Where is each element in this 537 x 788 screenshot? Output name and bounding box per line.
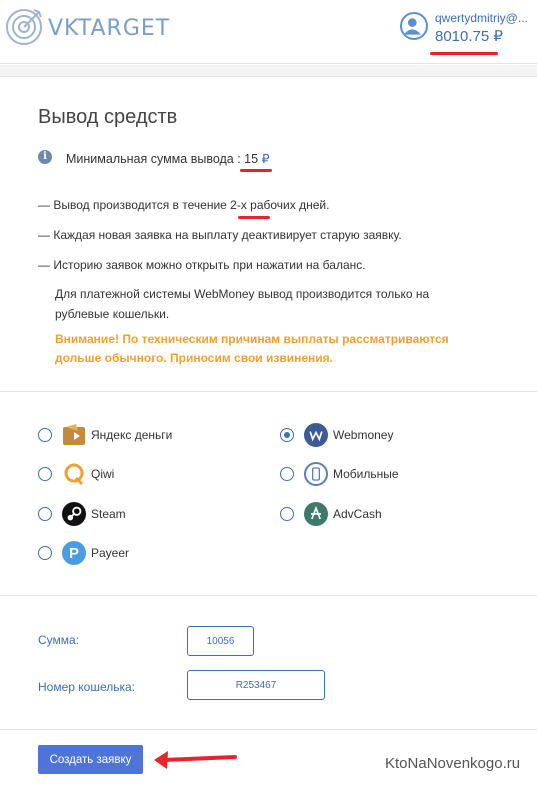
amount-input[interactable] (187, 626, 254, 656)
radio-button-selected[interactable] (280, 428, 294, 442)
payment-label: Steam (91, 507, 126, 521)
mobile-phone-icon (304, 462, 328, 486)
payment-label: Payeer (91, 546, 130, 560)
payment-label: Яндекс деньги (91, 428, 173, 442)
info-icon: i (38, 150, 52, 164)
balance-value: 8010.75 (435, 28, 490, 45)
payment-label: AdvCash (333, 507, 382, 521)
rule-item: — Вывод производится в течение 2-х рабоч… (38, 198, 330, 212)
wallet-input[interactable] (187, 670, 325, 700)
radio-button[interactable] (38, 428, 52, 442)
yandex-money-icon (62, 423, 86, 447)
watermark-text: KtoNaNovenkogo.ru (385, 755, 521, 772)
advcash-icon (304, 502, 328, 526)
payment-option-advcash[interactable]: AdvCash (280, 500, 382, 528)
highlight-underline (238, 216, 270, 219)
target-logo-icon[interactable] (4, 6, 44, 46)
payment-label: Webmoney (333, 428, 394, 442)
webmoney-note: Для платежной системы WebMoney вывод про… (55, 287, 430, 321)
section-divider (0, 391, 537, 392)
radio-button[interactable] (38, 507, 52, 521)
username-text: qwertydmitriy@... (435, 11, 528, 25)
radio-button[interactable] (280, 507, 294, 521)
radio-button[interactable] (280, 467, 294, 481)
wallet-label: Номер кошелька: (38, 680, 136, 694)
steam-icon (62, 502, 86, 526)
payment-option-yandex[interactable]: Яндекс деньги (38, 421, 172, 449)
ruble-icon: ₽ (261, 152, 270, 166)
payment-label: Qiwi (91, 467, 115, 481)
header-separator (0, 65, 537, 77)
qiwi-icon (62, 462, 86, 486)
payment-option-steam[interactable]: Steam (38, 500, 126, 528)
rule-item: — Историю заявок можно открыть при нажат… (38, 258, 366, 272)
payment-option-webmoney[interactable]: Webmoney (280, 421, 393, 449)
top-header: VKTARGET qwertydmitriy@... 8010.75 ₽ (0, 0, 537, 64)
highlight-underline (240, 169, 272, 172)
amount-label: Сумма: (38, 633, 80, 647)
radio-button[interactable] (38, 546, 52, 560)
payment-label: Мобильные (333, 467, 399, 481)
radio-button[interactable] (38, 467, 52, 481)
min-amount-line: Минимальная сумма вывода : 15 ₽ (66, 151, 270, 166)
payment-option-qiwi[interactable]: Qiwi (38, 460, 114, 488)
username-menu[interactable]: qwertydmitriy@... (435, 11, 528, 25)
min-amount-value: 15 (244, 152, 259, 166)
payment-option-mobile[interactable]: Мобильные (280, 460, 399, 488)
balance-link[interactable]: 8010.75 ₽ (435, 27, 503, 45)
section-divider (0, 729, 537, 730)
warning-text: Внимание! По техническим причинам выплат… (55, 332, 449, 365)
payeer-icon: P (62, 541, 86, 565)
min-amount-label: Минимальная сумма вывода : (66, 152, 245, 166)
highlight-underline (430, 52, 498, 55)
user-avatar-icon[interactable] (400, 12, 428, 40)
payment-option-payeer[interactable]: P Payeer (38, 539, 129, 567)
create-request-button[interactable]: Создать заявку (38, 745, 143, 774)
ruble-icon: ₽ (493, 28, 503, 45)
webmoney-icon (304, 423, 328, 447)
red-arrow-icon (154, 751, 237, 769)
section-divider (0, 595, 537, 596)
rule-item: — Каждая новая заявка на выплату деактив… (38, 228, 402, 242)
page-title: Вывод средств (38, 106, 178, 128)
logo-text[interactable]: VKTARGET (48, 16, 170, 41)
